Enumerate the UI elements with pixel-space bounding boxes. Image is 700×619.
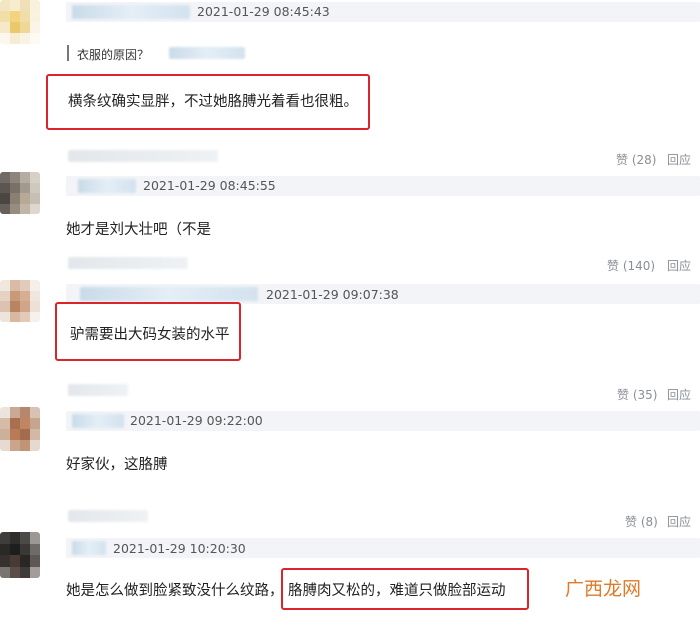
username[interactable] <box>72 541 106 555</box>
hidden-reply-line <box>68 510 148 522</box>
avatar[interactable] <box>0 172 40 214</box>
quoted-comment-text: 衣服的原因？ <box>77 48 150 62</box>
username[interactable] <box>80 287 258 301</box>
comment-text: 横条纹确实显胖，不过她胳膊光着看也很粗。 <box>68 94 358 110</box>
reply-button[interactable]: 回应 <box>667 257 691 274</box>
comment-text: 她才是刘大壮吧（不是 <box>66 222 211 238</box>
quote-marker <box>67 45 69 61</box>
hidden-reply-line <box>68 150 218 162</box>
comment-timestamp: 2021-01-29 10:20:30 <box>113 541 246 556</box>
username[interactable] <box>72 5 190 19</box>
like-button[interactable]: 赞 (140) <box>607 257 655 274</box>
like-button[interactable]: 赞 (28) <box>616 151 656 168</box>
avatar[interactable] <box>0 0 40 44</box>
comment-timestamp: 2021-01-29 09:07:38 <box>266 287 399 302</box>
watermark-text: 广西龙网 <box>565 578 642 600</box>
comment-text: 好家伙，这胳膊 <box>66 457 168 473</box>
avatar[interactable] <box>0 532 40 578</box>
like-button[interactable]: 赞 (8) <box>625 513 658 530</box>
reply-button[interactable]: 回应 <box>667 513 691 530</box>
reply-button[interactable]: 回应 <box>667 151 691 168</box>
hidden-reply-line <box>68 257 188 269</box>
quoted-username[interactable] <box>169 47 245 59</box>
avatar[interactable] <box>0 280 40 322</box>
like-button[interactable]: 赞 (35) <box>617 386 657 403</box>
hidden-reply-line <box>68 384 128 396</box>
reply-button[interactable]: 回应 <box>667 386 691 403</box>
avatar[interactable] <box>0 407 40 451</box>
comment-text: 驴需要出大码女装的水平 <box>70 327 230 343</box>
comment-timestamp: 2021-01-29 08:45:43 <box>197 4 330 19</box>
comment-text: 她是怎么做到脸紧致没什么纹路， <box>66 583 284 599</box>
watermark-logo: 广西龙网 <box>565 574 641 601</box>
comment-text-highlight: 胳膊肉又松的，难道只做脸部运动 <box>288 583 506 599</box>
username[interactable] <box>78 179 136 193</box>
comment-timestamp: 2021-01-29 08:45:55 <box>143 178 276 193</box>
comment-timestamp: 2021-01-29 09:22:00 <box>130 413 263 428</box>
username[interactable] <box>72 414 124 428</box>
